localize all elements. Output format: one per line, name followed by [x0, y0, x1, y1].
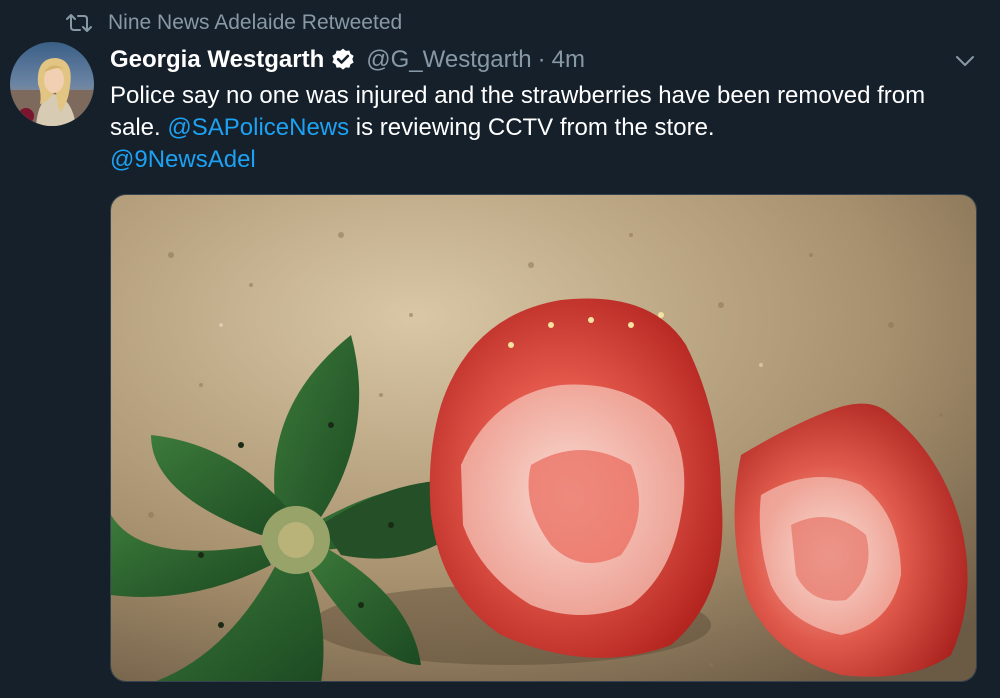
author-name[interactable]: Georgia Westgarth: [110, 46, 324, 74]
author-handle[interactable]: @G_Westgarth: [366, 46, 531, 74]
verified-badge-icon: [332, 48, 354, 70]
tweet-photo[interactable]: [110, 194, 977, 682]
avatar[interactable]: [10, 42, 94, 126]
strawberry-photo: [111, 195, 976, 681]
retweet-label[interactable]: Nine News Adelaide Retweeted: [108, 11, 402, 35]
strawberry-half-left: [429, 298, 723, 658]
mention-sapolicenews[interactable]: @SAPoliceNews: [167, 114, 349, 141]
mention-9newsadel[interactable]: @9NewsAdel: [110, 146, 256, 173]
tweet-text: Police say no one was injured and the st…: [110, 80, 970, 176]
chevron-down-icon[interactable]: [952, 48, 978, 74]
tweet-header: Georgia Westgarth @G_Westgarth · 4m: [110, 42, 585, 78]
separator-dot: ·: [537, 46, 546, 73]
retweet-context: Nine News Adelaide Retweeted: [66, 8, 402, 38]
tweet-text-part2: is reviewing CCTV from the store.: [349, 114, 715, 141]
tweet[interactable]: Nine News Adelaide Retweeted Georgia Wes…: [0, 0, 1000, 698]
retweet-icon: [66, 14, 92, 32]
tweet-timestamp[interactable]: 4m: [552, 46, 585, 74]
